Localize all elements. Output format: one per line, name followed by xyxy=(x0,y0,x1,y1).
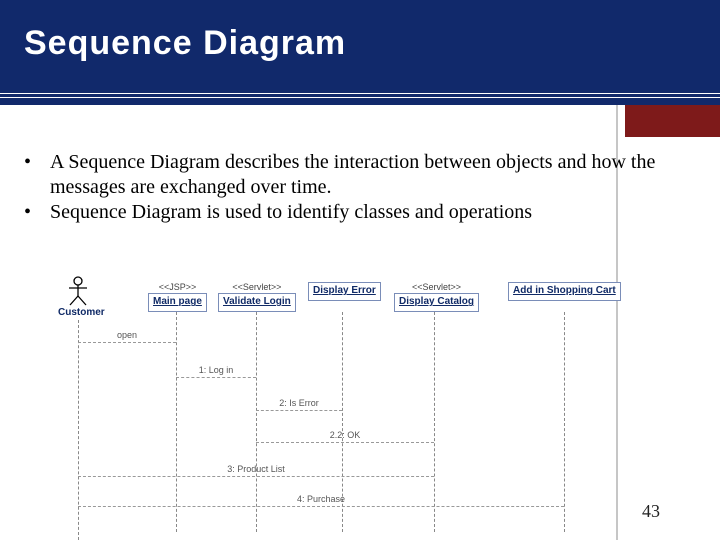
bullet-icon: • xyxy=(24,200,50,225)
list-item: • Sequence Diagram is used to identify c… xyxy=(24,200,702,225)
participant-add-cart: Add in Shopping Cart xyxy=(508,282,621,301)
lifeline xyxy=(564,312,565,532)
bullet-icon: • xyxy=(24,150,50,200)
content-area: • A Sequence Diagram describes the inter… xyxy=(18,150,702,520)
stereotype: <<Servlet>> xyxy=(394,282,479,293)
message-label: 2.2: OK xyxy=(256,430,434,441)
participant-label: Display Catalog xyxy=(394,293,479,312)
bullet-text: Sequence Diagram is used to identify cla… xyxy=(50,200,702,225)
slide-number: 43 xyxy=(642,501,660,522)
message-open: open xyxy=(78,332,176,343)
bullet-list: • A Sequence Diagram describes the inter… xyxy=(24,150,702,225)
sequence-diagram: Customer <<JSP>> Main page <<Servlet>> V… xyxy=(78,272,678,532)
page-title: Sequence Diagram xyxy=(24,24,346,63)
message-label: 2: Is Error xyxy=(256,398,342,409)
participant-label: Add in Shopping Cart xyxy=(508,282,621,301)
participant-main-page: <<JSP>> Main page xyxy=(148,282,207,312)
stereotype: <<Servlet>> xyxy=(218,282,296,293)
accent-block xyxy=(625,105,720,137)
bullet-text: A Sequence Diagram describes the interac… xyxy=(50,150,702,200)
message-productlist: 3: Product List xyxy=(78,466,434,477)
participant-validate-login: <<Servlet>> Validate Login xyxy=(218,282,296,312)
message-ok: 2.2: OK xyxy=(256,432,434,443)
participant-display-error: Display Error xyxy=(308,282,381,301)
list-item: • A Sequence Diagram describes the inter… xyxy=(24,150,702,200)
participant-display-catalog: <<Servlet>> Display Catalog xyxy=(394,282,479,312)
message-label: 1: Log in xyxy=(176,365,256,376)
decor-rule xyxy=(0,97,720,98)
message-label: open xyxy=(78,330,176,341)
decor-rule xyxy=(0,93,720,94)
participant-label: Display Error xyxy=(308,282,381,301)
message-login: 1: Log in xyxy=(176,367,256,378)
message-iserror: 2: Is Error xyxy=(256,400,342,411)
stereotype: <<JSP>> xyxy=(148,282,207,293)
actor-label: Customer xyxy=(58,307,98,320)
participant-label: Validate Login xyxy=(218,293,296,312)
message-label: 3: Product List xyxy=(78,464,434,475)
actor-customer: Customer xyxy=(58,276,98,320)
message-label: 4: Purchase xyxy=(78,494,564,505)
participant-label: Main page xyxy=(148,293,207,312)
message-purchase: 4: Purchase xyxy=(78,496,564,507)
